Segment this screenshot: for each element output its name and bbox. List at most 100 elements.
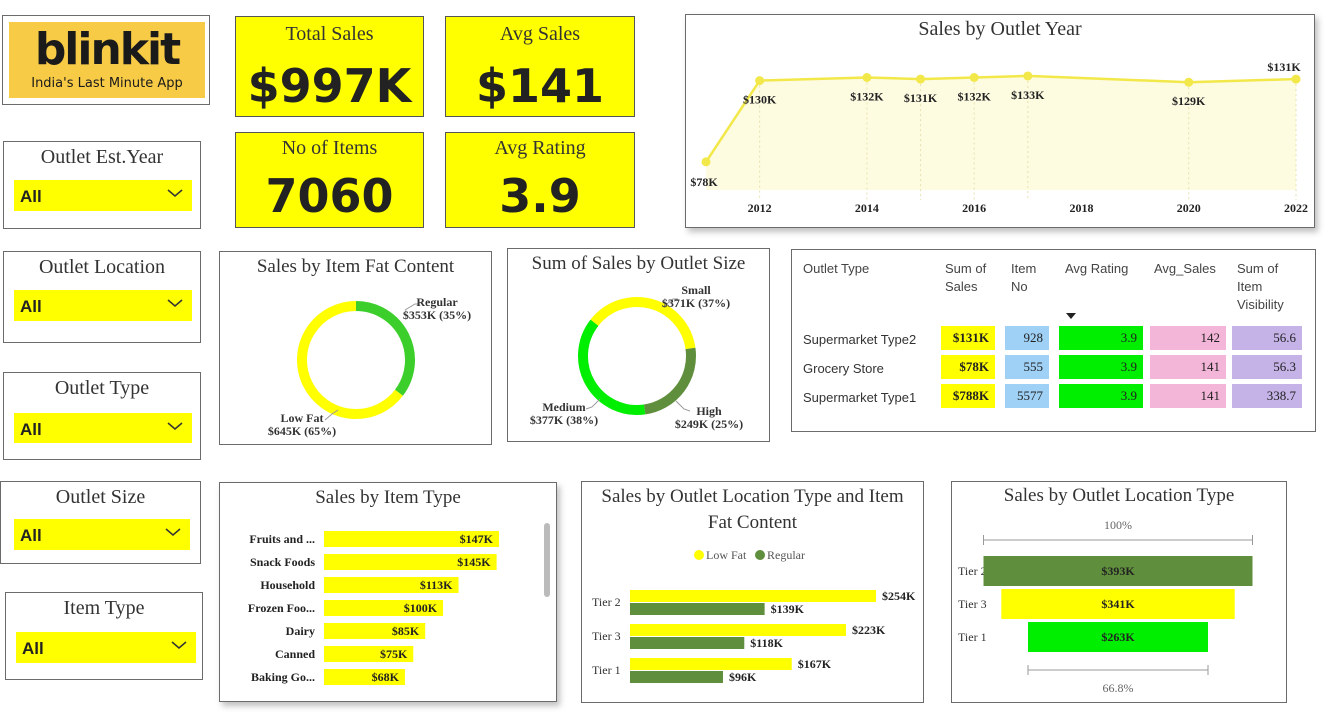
x-tick-label: 2012 [748, 201, 772, 215]
data-label: $113K [420, 578, 453, 592]
est-year-dropdown[interactable]: All [14, 180, 192, 211]
slice-value: $353K (35%) [403, 308, 471, 322]
donut-slice [578, 319, 646, 415]
table-cell: 141 [1150, 355, 1226, 379]
col-header-visibility[interactable]: Sum of Item Visibility [1237, 260, 1307, 314]
leader-line [675, 400, 691, 412]
slicer-outlet-est-year: Outlet Est.Year All [3, 141, 201, 229]
leader-line [585, 398, 601, 410]
data-point [1184, 77, 1194, 87]
category-label: Tier 2 [592, 595, 621, 609]
row-outlet-type: Grocery Store [803, 361, 884, 376]
sales-by-outlet-size-chart[interactable]: Sum of Sales by Outlet Size Small $371K (… [507, 248, 770, 442]
grouped-bar-chart-svg: Low Fat Regular Tier 2 $254K $139K Tier 3 $223… [592, 548, 916, 684]
donut-chart-svg: Small$371K (37%) High$249K (25%) Medium$37… [530, 283, 743, 431]
slicer-outlet-size: Outlet Size All [0, 481, 201, 564]
top-percent-label: 100% [1104, 518, 1132, 532]
data-label: $131K [904, 91, 938, 105]
table-cell: 555 [1005, 355, 1049, 379]
category-label: Canned [275, 647, 315, 661]
slicer-label: Outlet Location [38, 256, 166, 278]
data-label: $223K [852, 623, 886, 637]
slicer-label: Outlet Type [54, 377, 150, 399]
kpi-avg-sales: Avg Sales $141 [445, 16, 635, 117]
category-label: Fruits and ... [249, 532, 315, 546]
bottom-percent-label: 66.8% [1103, 681, 1134, 695]
col-header-item-no[interactable]: Item No [1011, 260, 1047, 296]
line-chart-svg: $78K $130K $132K $131K $132K $133K $129K $131K 2… [690, 60, 1308, 215]
data-label: $145K [457, 555, 491, 569]
col-header-avg-sales[interactable]: Avg_Sales [1154, 260, 1216, 278]
sales-by-location-type-chart[interactable]: Sales by Outlet Location Type 100% Tier 2… [951, 481, 1287, 703]
kpi-label: No of Items [281, 137, 378, 159]
vertical-scrollbar[interactable] [544, 523, 550, 597]
legend-marker [694, 550, 704, 560]
sales-by-outlet-year-chart[interactable]: Sales by Outlet Year $78K $130K $132K $131K… [685, 14, 1315, 228]
category-label: Tier 1 [958, 630, 987, 644]
x-tick-label: 2020 [1177, 201, 1201, 215]
data-label: $129K [1172, 94, 1206, 108]
data-label: $254K [882, 589, 916, 603]
category-label: Tier 1 [592, 663, 621, 677]
outlet-type-dropdown[interactable]: All [14, 413, 192, 443]
dropdown-value: All [20, 187, 42, 206]
sort-desc-icon[interactable] [1065, 312, 1077, 320]
table-cell: $131K [941, 326, 995, 350]
table-cell: 3.9 [1059, 326, 1143, 350]
slicer-label: Outlet Est.Year [40, 146, 164, 168]
bar [630, 624, 846, 636]
data-point [916, 74, 926, 84]
chevron-down-icon [165, 528, 181, 536]
outlet-size-dropdown[interactable]: All [14, 519, 190, 550]
data-label: $118K [750, 636, 783, 650]
data-label: $341K [1101, 597, 1135, 611]
kpi-label: Total Sales [285, 23, 374, 45]
slicer-label: Outlet Size [55, 486, 146, 508]
slice-name: Regular [416, 295, 458, 309]
slice-name: High [696, 404, 722, 418]
chevron-down-icon [167, 422, 183, 430]
data-label: $132K [958, 90, 992, 104]
table-cell: 3.9 [1059, 355, 1143, 379]
sales-by-item-type-chart[interactable]: Sales by Item Type Fruits and ... $147K Sn… [219, 482, 557, 702]
col-header-outlet-type[interactable]: Outlet Type [803, 260, 869, 278]
blinkit-logo: blinkit India's Last Minute App [9, 22, 205, 98]
col-header-avg-rating[interactable]: Avg Rating [1065, 260, 1128, 278]
data-point [969, 73, 979, 82]
sales-by-location-and-fat-chart[interactable]: Sales by Outlet Location Type and Item F… [581, 481, 924, 703]
data-point [1291, 74, 1301, 84]
table-cell: 5577 [1005, 384, 1049, 408]
dropdown-value: All [20, 420, 42, 439]
data-label: $133K [1011, 88, 1045, 102]
row-outlet-type: Supermarket Type2 [803, 332, 917, 347]
category-label: Dairy [286, 624, 315, 638]
bar [630, 658, 792, 670]
data-label: $68K [372, 670, 400, 684]
sales-by-fat-content-chart[interactable]: Sales by Item Fat Content Regular $353K (… [219, 251, 492, 445]
outlet-type-table[interactable]: Outlet Type Sum of Sales Item No Avg Rat… [791, 249, 1316, 432]
table-cell: 142 [1150, 326, 1226, 350]
kpi-value: $997K [247, 59, 412, 113]
table-cell: 141 [1150, 384, 1226, 408]
area-fill [706, 75, 1296, 190]
kpi-value: 7060 [265, 169, 394, 223]
data-label: $96K [729, 670, 757, 684]
row-outlet-type: Supermarket Type1 [803, 390, 917, 405]
table-cell: 56.3 [1232, 355, 1302, 379]
category-label: Frozen Foo... [248, 601, 315, 615]
col-header-sum-of-sales[interactable]: Sum of Sales [945, 260, 997, 296]
data-label: $263K [1101, 630, 1135, 644]
dropdown-value: All [20, 297, 42, 316]
bar [630, 671, 723, 683]
item-type-dropdown[interactable]: All [16, 632, 196, 663]
slicer-outlet-location: Outlet Location All [3, 251, 201, 343]
data-label: $130K [743, 93, 777, 107]
kpi-label: Avg Sales [499, 23, 581, 45]
x-tick-label: 2022 [1284, 201, 1308, 215]
data-point [701, 157, 711, 167]
bar [630, 603, 765, 615]
data-label: $75K [380, 647, 408, 661]
legend-label: Low Fat [706, 548, 747, 562]
data-label: $132K [850, 90, 884, 104]
location-dropdown[interactable]: All [14, 290, 192, 321]
